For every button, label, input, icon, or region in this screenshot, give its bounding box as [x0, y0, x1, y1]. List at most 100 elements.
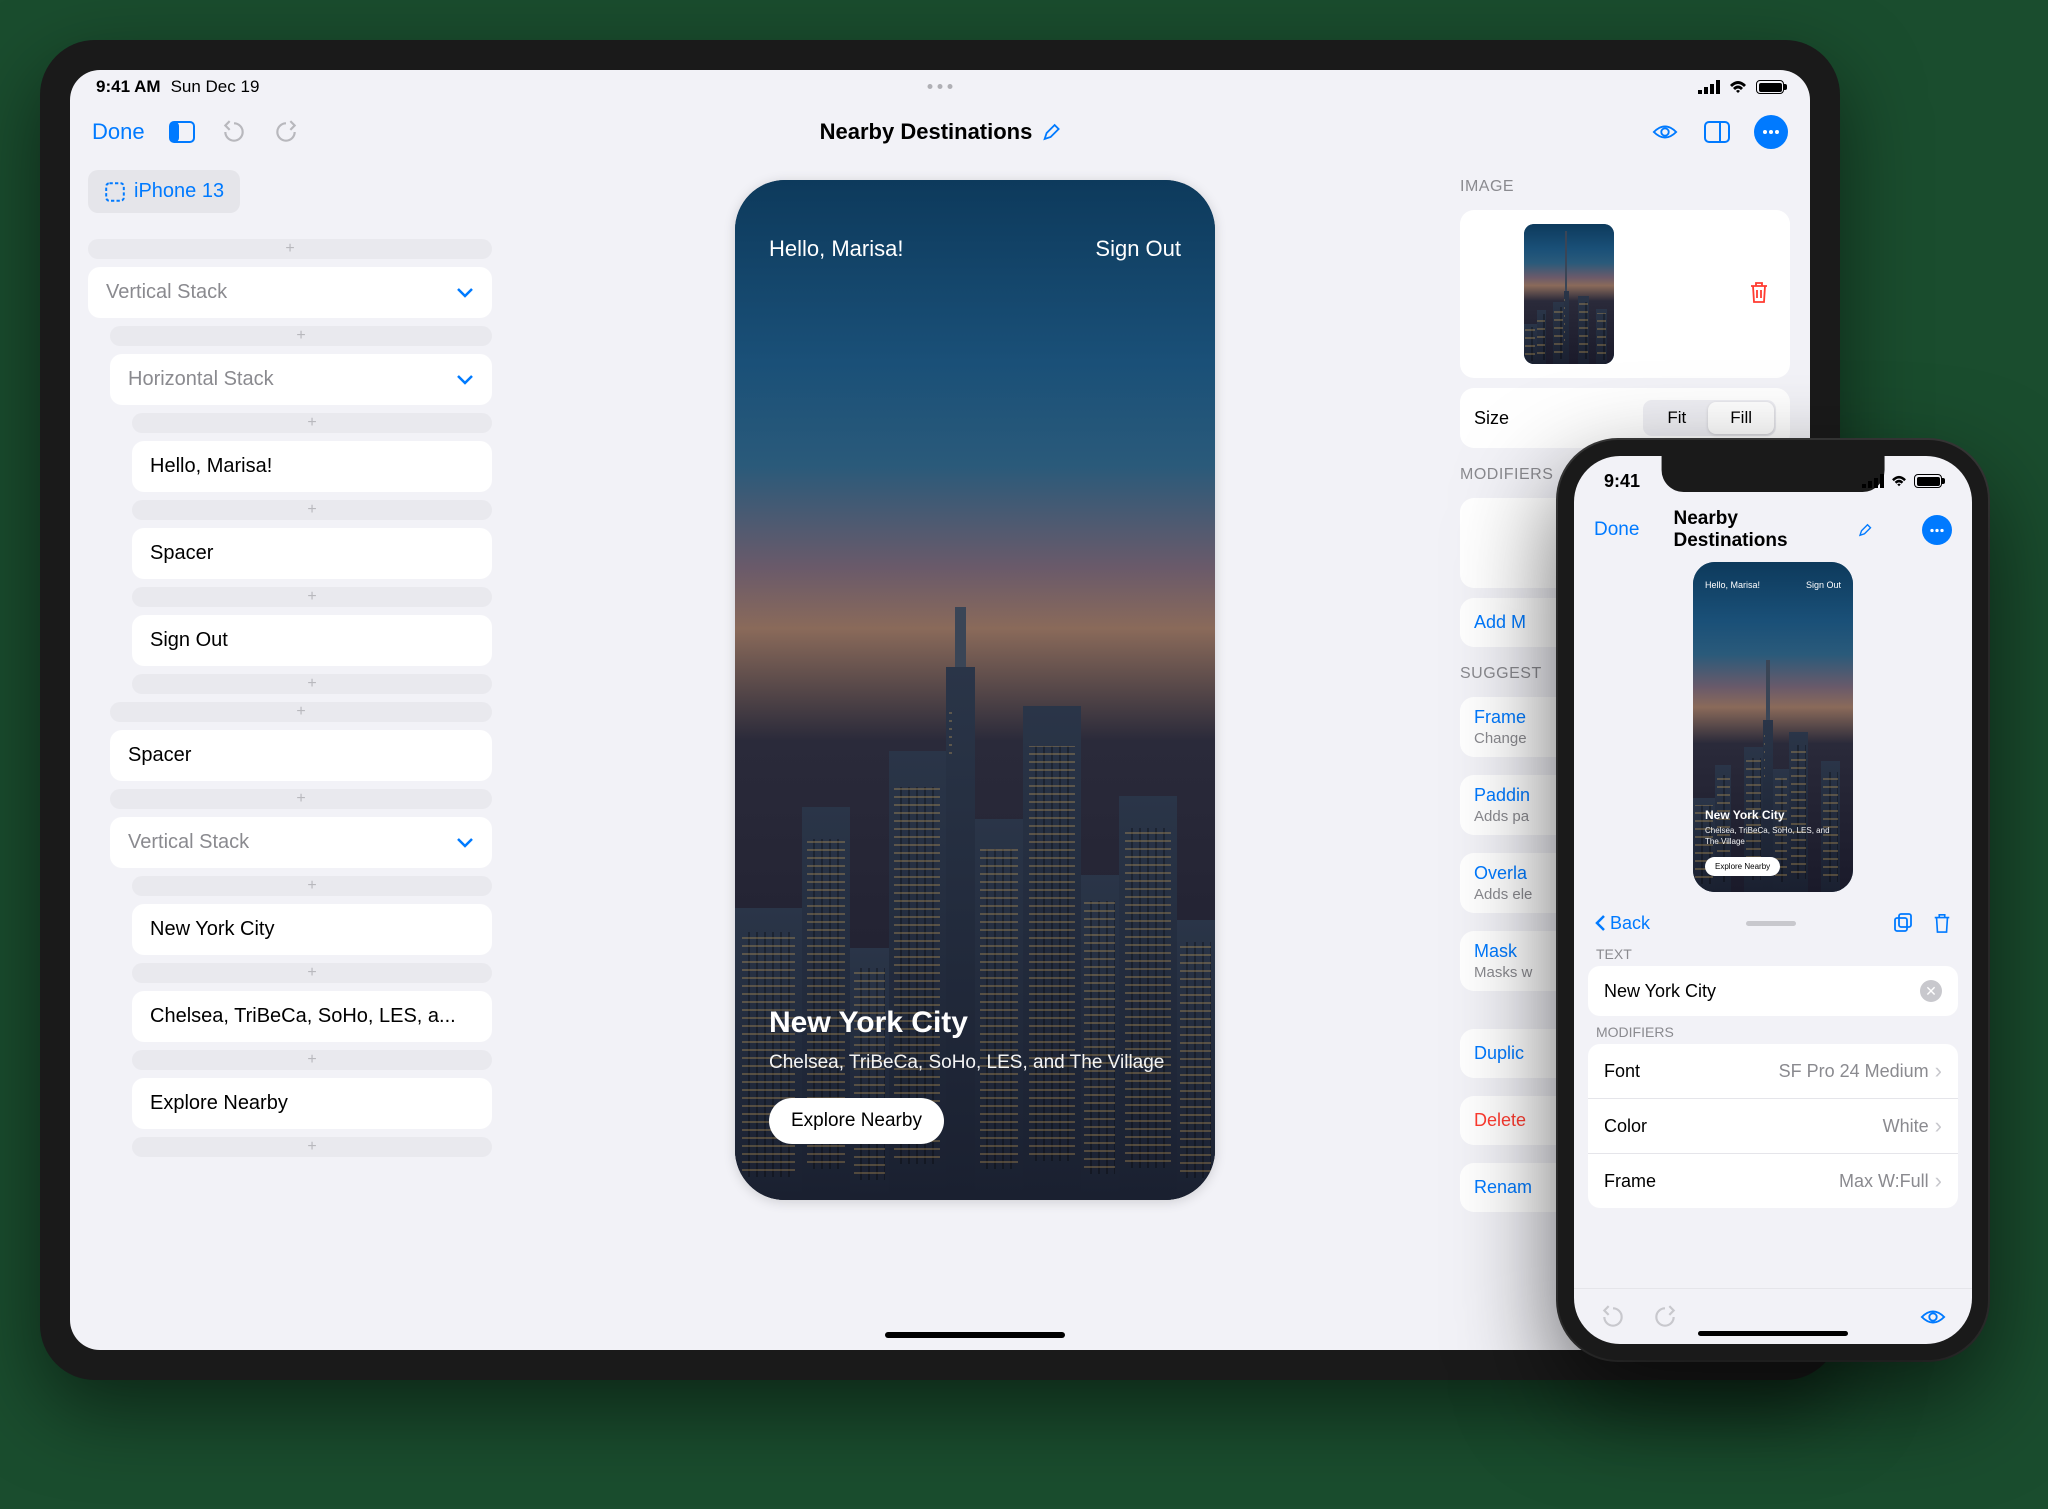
undo-icon[interactable]: [1598, 1304, 1628, 1330]
tree-item-subtitle[interactable]: Chelsea, TriBeCa, SoHo, LES, a...: [132, 991, 492, 1042]
modifier-row-frame[interactable]: FrameMax W:Full: [1588, 1154, 1958, 1208]
add-button[interactable]: +: [132, 413, 492, 433]
mini-button: Explore Nearby: [1705, 857, 1780, 876]
tree-vertical-stack[interactable]: Vertical Stack: [88, 267, 492, 318]
tree-vertical-stack-2[interactable]: Vertical Stack: [110, 817, 492, 868]
modifier-row-font[interactable]: FontSF Pro 24 Medium: [1588, 1044, 1958, 1099]
sheet-grabber[interactable]: [1746, 921, 1796, 926]
add-button[interactable]: +: [132, 1050, 492, 1070]
size-fill-option[interactable]: Fill: [1708, 402, 1774, 434]
tree-item-explore[interactable]: Explore Nearby: [132, 1078, 492, 1129]
preview-signout-text: Sign Out: [1095, 236, 1181, 262]
signal-icon: [1698, 80, 1720, 94]
chevron-down-icon: [456, 837, 474, 849]
delete-image-button[interactable]: [1748, 280, 1770, 309]
undo-icon[interactable]: [219, 119, 249, 145]
iphone-home-indicator[interactable]: [1698, 1331, 1848, 1336]
add-button[interactable]: +: [132, 963, 492, 983]
tree-item-spacer[interactable]: Spacer: [132, 528, 492, 579]
layer-tree-sidebar: iPhone 13 + Vertical Stack + Horizontal …: [70, 160, 510, 1350]
add-button[interactable]: +: [132, 587, 492, 607]
duplicate-icon[interactable]: [1892, 912, 1914, 934]
iphone-status-time: 9:41: [1604, 471, 1640, 492]
add-button[interactable]: +: [110, 789, 492, 809]
tree-item-nyc[interactable]: New York City: [132, 904, 492, 955]
iphone-preview[interactable]: Hello, Marisa! Sign Out New York City Ch…: [1693, 562, 1853, 892]
preview-eye-icon[interactable]: [1918, 1304, 1948, 1330]
mini-signout: Sign Out: [1806, 580, 1841, 590]
wifi-icon: [1890, 475, 1908, 488]
tree-item-hello[interactable]: Hello, Marisa!: [132, 441, 492, 492]
chevron-right-icon: [1935, 1113, 1942, 1139]
iphone-status-bar: 9:41: [1574, 456, 1972, 506]
chevron-right-icon: [1935, 1058, 1942, 1084]
mini-title: New York City: [1705, 808, 1841, 822]
ipad-home-indicator[interactable]: [885, 1332, 1065, 1338]
tree-item-spacer[interactable]: Spacer: [110, 730, 492, 781]
image-thumbnail[interactable]: [1524, 224, 1614, 364]
add-button[interactable]: +: [132, 500, 492, 520]
add-button[interactable]: +: [132, 876, 492, 896]
inspector-toggle-icon[interactable]: [1702, 119, 1732, 145]
redo-icon[interactable]: [1650, 1304, 1680, 1330]
rename-pencil-icon[interactable]: [1859, 523, 1873, 537]
ipad-screen: 9:41 AM Sun Dec 19 Done Nearby Destinati…: [70, 70, 1810, 1350]
canvas-area[interactable]: Hello, Marisa! Sign Out New York City Ch…: [510, 160, 1440, 1350]
iphone-done-button[interactable]: Done: [1594, 519, 1639, 541]
tree-item-signout[interactable]: Sign Out: [132, 615, 492, 666]
device-selector-chip[interactable]: iPhone 13: [88, 170, 240, 213]
signal-icon: [1862, 474, 1884, 488]
tree-horizontal-stack[interactable]: Horizontal Stack: [110, 354, 492, 405]
mini-hello: Hello, Marisa!: [1705, 580, 1760, 590]
chevron-right-icon: [1935, 1168, 1942, 1194]
add-button[interactable]: +: [110, 702, 492, 722]
image-thumbnail-card: [1460, 210, 1790, 378]
size-label: Size: [1474, 408, 1509, 429]
clear-text-button[interactable]: ✕: [1920, 980, 1942, 1002]
iphone-more-button[interactable]: [1922, 515, 1952, 545]
size-fit-option[interactable]: Fit: [1645, 402, 1708, 434]
status-time: 9:41 AM: [96, 77, 161, 97]
iphone-sheet-header: Back: [1574, 902, 1972, 938]
iphone-toolbar: Done Nearby Destinations: [1574, 506, 1972, 554]
modifiers-section-label: MODIFIERS: [1574, 1016, 1972, 1044]
ipad-toolbar: Done Nearby Destinations: [70, 104, 1810, 160]
wifi-icon: [1728, 80, 1748, 95]
battery-icon: [1914, 474, 1942, 488]
iphone-document-title[interactable]: Nearby Destinations: [1674, 508, 1873, 552]
preview-subtitle-text: Chelsea, TriBeCa, SoHo, LES, and The Vil…: [769, 1050, 1181, 1076]
text-section-label: TEXT: [1574, 938, 1972, 966]
preview-explore-button: Explore Nearby: [769, 1098, 944, 1144]
document-title[interactable]: Nearby Destinations: [820, 119, 1061, 145]
more-menu-button[interactable]: [1754, 115, 1788, 149]
add-button[interactable]: +: [132, 674, 492, 694]
modifier-row-color[interactable]: ColorWhite: [1588, 1099, 1958, 1154]
phone-preview[interactable]: Hello, Marisa! Sign Out New York City Ch…: [735, 180, 1215, 1200]
sidebar-toggle-icon[interactable]: [167, 119, 197, 145]
preview-eye-icon[interactable]: [1650, 119, 1680, 145]
done-button[interactable]: Done: [92, 119, 145, 145]
back-button[interactable]: Back: [1594, 913, 1650, 934]
add-above-button[interactable]: +: [88, 239, 492, 259]
preview-hello-text: Hello, Marisa!: [769, 236, 903, 262]
rename-pencil-icon[interactable]: [1042, 123, 1060, 141]
iphone-canvas[interactable]: Hello, Marisa! Sign Out New York City Ch…: [1574, 554, 1972, 902]
mini-subtitle: Chelsea, TriBeCa, SoHo, LES, and The Vil…: [1705, 826, 1841, 848]
size-control: Size Fit Fill: [1460, 388, 1790, 448]
image-section-label: IMAGE: [1460, 178, 1790, 196]
battery-icon: [1756, 80, 1784, 94]
chevron-down-icon: [456, 287, 474, 299]
modifiers-list: FontSF Pro 24 Medium ColorWhite FrameMax…: [1588, 1044, 1958, 1208]
add-button[interactable]: +: [132, 1137, 492, 1157]
iphone-device: 9:41 Done Nearby Destinations Hello, Mar…: [1558, 440, 1988, 1360]
preview-title-text: New York City: [769, 1006, 1181, 1040]
redo-icon[interactable]: [271, 119, 301, 145]
iphone-screen: 9:41 Done Nearby Destinations Hello, Mar…: [1574, 456, 1972, 1344]
chevron-down-icon: [456, 374, 474, 386]
multitask-dots-icon[interactable]: [928, 84, 953, 89]
size-segmented-control[interactable]: Fit Fill: [1643, 400, 1776, 436]
add-button[interactable]: +: [110, 326, 492, 346]
status-date: Sun Dec 19: [171, 77, 260, 97]
text-value-field[interactable]: New York City ✕: [1588, 966, 1958, 1016]
trash-icon[interactable]: [1932, 912, 1952, 934]
